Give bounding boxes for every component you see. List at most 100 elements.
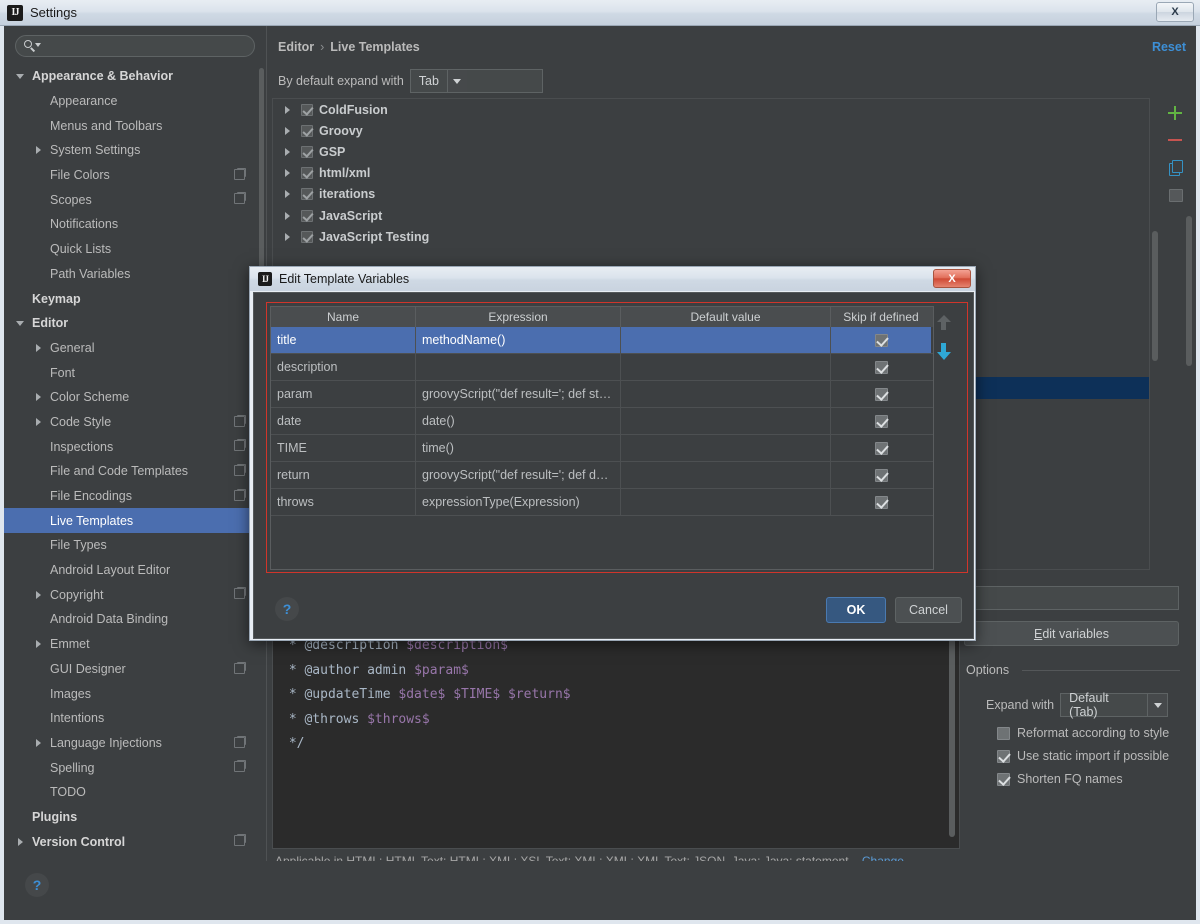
table-row[interactable]: throwsexpressionType(Expression) <box>271 489 933 516</box>
skip-if-defined-checkbox[interactable] <box>875 496 888 509</box>
chevron-down-icon[interactable] <box>1147 694 1167 716</box>
sidebar-item-copyright[interactable]: Copyright <box>4 582 259 607</box>
sidebar-item-keymap[interactable]: Keymap <box>4 286 259 311</box>
checkbox-reformat-according-to-style[interactable]: Reformat according to style <box>997 726 1169 740</box>
skip-if-defined-checkbox[interactable] <box>875 388 888 401</box>
cell-expression[interactable]: expressionType(Expression) <box>416 489 621 515</box>
sidebar-item-quick-lists[interactable]: Quick Lists <box>4 237 259 262</box>
arrow-down-icon[interactable] <box>937 342 953 360</box>
sidebar-item-plugins[interactable]: Plugins <box>4 805 259 830</box>
sidebar-item-file-colors[interactable]: File Colors <box>4 163 259 188</box>
template-group-checkbox[interactable] <box>301 188 313 200</box>
template-group-checkbox[interactable] <box>301 210 313 222</box>
cell-default-value[interactable] <box>621 327 831 353</box>
help-icon[interactable]: ? <box>25 873 49 897</box>
sidebar-item-color-scheme[interactable]: Color Scheme <box>4 385 259 410</box>
sidebar-item-file-types[interactable]: File Types <box>4 533 259 558</box>
cell-default-value[interactable] <box>621 489 831 515</box>
table-row[interactable]: returngroovyScript("def result='; def d… <box>271 462 933 489</box>
default-expand-combo[interactable]: Tab <box>410 69 543 93</box>
reset-link[interactable]: Reset <box>1152 40 1186 54</box>
sidebar-item-notifications[interactable]: Notifications <box>4 212 259 237</box>
chevron-right-icon[interactable] <box>281 145 295 159</box>
cell-name[interactable]: description <box>271 354 416 380</box>
cell-default-value[interactable] <box>621 435 831 461</box>
variables-table[interactable]: Name Expression Default value Skip if de… <box>270 306 934 570</box>
sidebar-item-editor[interactable]: Editor <box>4 311 259 336</box>
sidebar-item-spelling[interactable]: Spelling <box>4 755 259 780</box>
sidebar-item-version-control[interactable]: Version Control <box>4 829 259 854</box>
template-group-row[interactable]: JavaScript <box>273 205 1149 226</box>
sidebar-item-language-injections[interactable]: Language Injections <box>4 731 259 756</box>
cell-skip-if-defined[interactable] <box>831 354 931 380</box>
template-group-row[interactable]: JavaScript Testing <box>273 226 1149 247</box>
column-header-name[interactable]: Name <box>271 307 416 327</box>
column-header-expression[interactable]: Expression <box>416 307 621 327</box>
chevron-right-icon[interactable] <box>32 637 46 651</box>
cell-name[interactable]: date <box>271 408 416 434</box>
checkbox-shorten-fq-names[interactable]: Shorten FQ names <box>997 772 1123 786</box>
table-row[interactable]: datedate() <box>271 408 933 435</box>
sidebar-item-emmet[interactable]: Emmet <box>4 632 259 657</box>
chevron-down-icon[interactable] <box>14 316 28 330</box>
sidebar-item-general[interactable]: General <box>4 336 259 361</box>
cell-skip-if-defined[interactable] <box>831 489 931 515</box>
close-icon[interactable]: X <box>1156 2 1194 22</box>
chevron-right-icon[interactable] <box>32 415 46 429</box>
template-group-row[interactable]: html/xml <box>273 163 1149 184</box>
sidebar-item-file-and-code-templates[interactable]: File and Code Templates <box>4 459 259 484</box>
cell-name[interactable]: return <box>271 462 416 488</box>
add-icon[interactable] <box>1166 104 1184 122</box>
checkbox-use-static-import[interactable]: Use static import if possible <box>997 749 1169 763</box>
content-scrollbar[interactable] <box>1186 216 1192 366</box>
cell-default-value[interactable] <box>621 381 831 407</box>
cell-name[interactable]: title <box>271 327 416 353</box>
chevron-right-icon[interactable] <box>14 835 28 849</box>
breadcrumb-parent[interactable]: Editor <box>278 40 314 54</box>
table-row[interactable]: description <box>271 354 933 381</box>
sidebar-item-path-variables[interactable]: Path Variables <box>4 262 259 287</box>
cell-expression[interactable]: methodName() <box>416 327 621 353</box>
template-list-scrollbar[interactable] <box>1152 231 1158 361</box>
chevron-down-icon[interactable] <box>447 70 467 92</box>
template-group-checkbox[interactable] <box>301 104 313 116</box>
cell-name[interactable]: TIME <box>271 435 416 461</box>
chevron-right-icon[interactable] <box>281 124 295 138</box>
column-header-skip-if-defined[interactable]: Skip if defined <box>831 307 931 327</box>
table-row[interactable]: TIMEtime() <box>271 435 933 462</box>
template-group-checkbox[interactable] <box>301 167 313 179</box>
sidebar-item-android-data-binding[interactable]: Android Data Binding <box>4 607 259 632</box>
sidebar-item-system-settings[interactable]: System Settings <box>4 138 259 163</box>
template-group-row[interactable]: ColdFusion <box>273 99 1149 120</box>
cell-skip-if-defined[interactable] <box>831 381 931 407</box>
template-group-checkbox[interactable] <box>301 231 313 243</box>
skip-if-defined-checkbox[interactable] <box>875 415 888 428</box>
sidebar-item-menus-and-toolbars[interactable]: Menus and Toolbars <box>4 113 259 138</box>
sidebar-item-intentions[interactable]: Intentions <box>4 706 259 731</box>
chevron-right-icon[interactable] <box>32 390 46 404</box>
close-icon[interactable]: X <box>933 269 971 288</box>
chevron-right-icon[interactable] <box>32 588 46 602</box>
sidebar-item-live-templates[interactable]: Live Templates <box>4 508 259 533</box>
dialog-ok-button[interactable]: OK <box>826 597 886 623</box>
sidebar-item-font[interactable]: Font <box>4 360 259 385</box>
column-header-default-value[interactable]: Default value <box>621 307 831 327</box>
cell-expression[interactable] <box>416 354 621 380</box>
chevron-right-icon[interactable] <box>281 230 295 244</box>
chevron-right-icon[interactable] <box>32 143 46 157</box>
template-group-checkbox[interactable] <box>301 146 313 158</box>
chevron-right-icon[interactable] <box>32 341 46 355</box>
dialog-cancel-button[interactable]: Cancel <box>895 597 962 623</box>
chevron-right-icon[interactable] <box>281 166 295 180</box>
expand-with-combo[interactable]: Default (Tab) <box>1060 693 1168 717</box>
sidebar-item-inspections[interactable]: Inspections <box>4 434 259 459</box>
help-icon[interactable]: ? <box>275 597 299 621</box>
duplicate-icon[interactable] <box>1166 158 1184 176</box>
template-group-row[interactable]: Groovy <box>273 120 1149 141</box>
cell-default-value[interactable] <box>621 462 831 488</box>
template-group-row[interactable]: GSP <box>273 141 1149 162</box>
cell-name[interactable]: param <box>271 381 416 407</box>
sidebar-item-scopes[interactable]: Scopes <box>4 187 259 212</box>
table-row[interactable]: paramgroovyScript("def result='; def st… <box>271 381 933 408</box>
template-group-row[interactable]: iterations <box>273 184 1149 205</box>
